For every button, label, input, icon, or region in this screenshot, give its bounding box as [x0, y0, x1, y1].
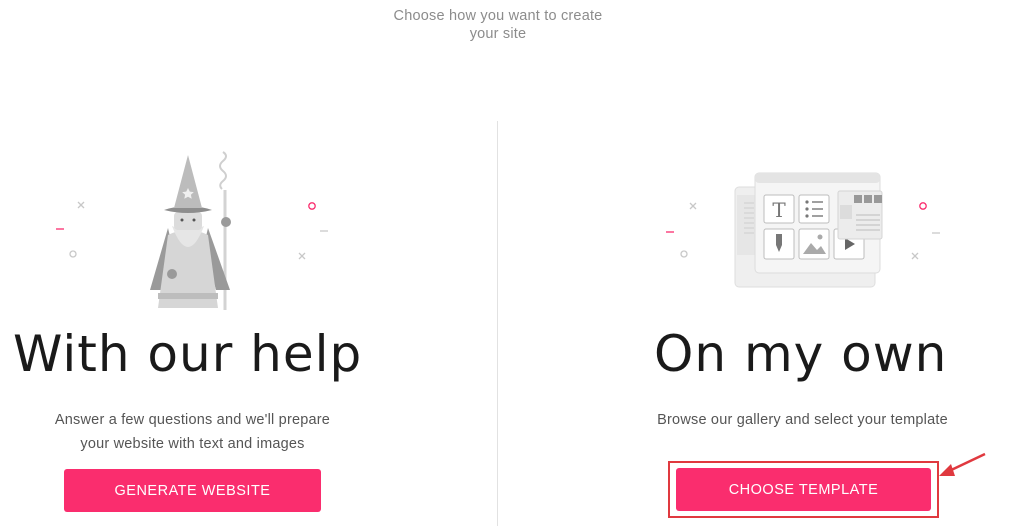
svg-text:T: T	[772, 198, 786, 222]
with-our-help-title: With our help	[13, 325, 363, 383]
arrow-icon	[939, 452, 986, 476]
with-our-help-desc-line-2: your website with text and images	[80, 436, 305, 452]
with-our-help-description: Answer a few questions and we'll prepare…	[0, 408, 385, 456]
on-my-own-option: T On my own Browse our gallery and selec…	[605, 0, 1005, 526]
column-divider	[497, 121, 498, 526]
image-tool-icon	[798, 228, 830, 260]
generate-website-button[interactable]: GENERATE WEBSITE	[64, 469, 321, 512]
choose-template-button[interactable]: CHOOSE TEMPLATE	[676, 468, 931, 511]
with-our-help-desc-line-1: Answer a few questions and we'll prepare	[54, 412, 331, 428]
on-my-own-title: On my own	[654, 325, 948, 383]
template-editor-illustration: T	[666, 172, 940, 288]
with-our-help-option: With our help Answer a few questions and…	[0, 0, 390, 526]
on-my-own-description: Browse our gallery and select your templ…	[657, 412, 948, 428]
wizard-illustration	[56, 151, 328, 310]
